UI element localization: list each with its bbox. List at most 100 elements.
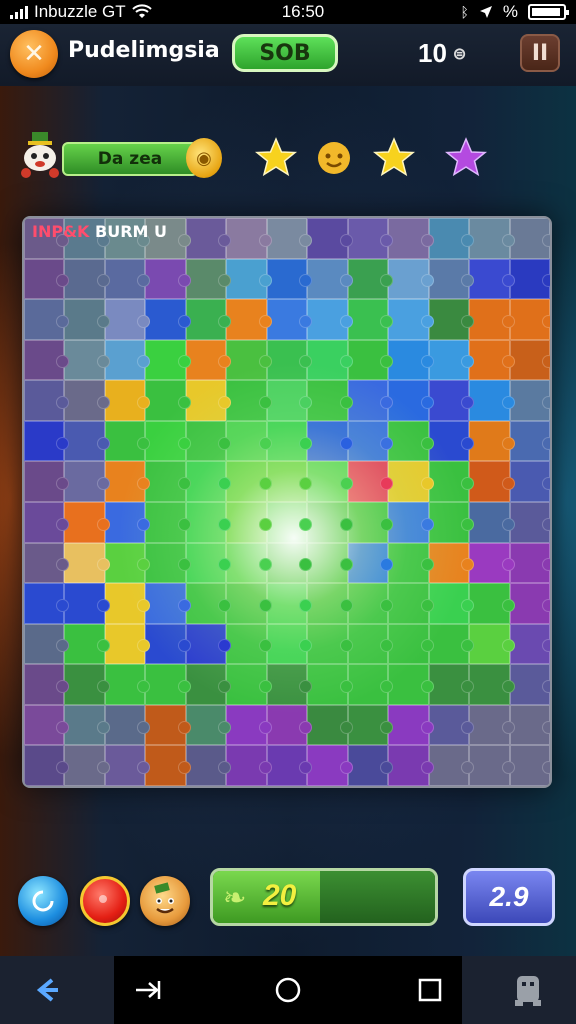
- puzzle-piece[interactable]: [64, 502, 111, 543]
- puzzle-piece[interactable]: [509, 339, 550, 381]
- puzzle-piece[interactable]: [428, 258, 475, 300]
- puzzle-piece[interactable]: [509, 623, 550, 665]
- puzzle-piece[interactable]: [307, 664, 354, 705]
- puzzle-piece[interactable]: [145, 704, 192, 746]
- puzzle-piece[interactable]: [226, 542, 273, 584]
- puzzle-board[interactable]: INP&K BURM U: [22, 216, 552, 788]
- pause-button[interactable]: II: [520, 34, 560, 72]
- puzzle-piece[interactable]: [469, 420, 516, 462]
- puzzle-piece[interactable]: [428, 623, 475, 665]
- puzzle-piece[interactable]: [469, 299, 516, 340]
- puzzle-piece[interactable]: [24, 502, 70, 543]
- puzzle-piece[interactable]: [347, 339, 394, 381]
- puzzle-piece[interactable]: [388, 623, 435, 665]
- puzzle-piece[interactable]: [266, 339, 313, 381]
- puzzle-piece[interactable]: [104, 664, 151, 705]
- puzzle-piece[interactable]: [24, 664, 70, 705]
- puzzle-piece[interactable]: [266, 380, 313, 421]
- puzzle-piece[interactable]: [428, 502, 475, 543]
- puzzle-piece[interactable]: [509, 502, 550, 543]
- puzzle-piece[interactable]: [347, 664, 394, 705]
- puzzle-piece[interactable]: [388, 339, 435, 381]
- puzzle-piece[interactable]: [509, 461, 550, 502]
- puzzle-piece[interactable]: [64, 420, 111, 462]
- puzzle-piece[interactable]: [428, 299, 475, 340]
- puzzle-piece[interactable]: [388, 745, 435, 786]
- puzzle-piece[interactable]: [185, 664, 232, 705]
- puzzle-piece[interactable]: [509, 380, 550, 421]
- puzzle-piece[interactable]: [104, 461, 151, 502]
- puzzle-piece[interactable]: [226, 339, 273, 381]
- puzzle-piece[interactable]: [24, 745, 70, 786]
- puzzle-piece[interactable]: [185, 218, 232, 259]
- puzzle-piece[interactable]: [104, 745, 151, 786]
- puzzle-piece[interactable]: [64, 339, 111, 381]
- puzzle-piece[interactable]: [509, 218, 550, 259]
- puzzle-piece[interactable]: [226, 704, 273, 746]
- puzzle-piece[interactable]: [469, 218, 516, 259]
- puzzle-piece[interactable]: [307, 420, 354, 462]
- puzzle-piece[interactable]: [509, 299, 550, 340]
- puzzle-piece[interactable]: [145, 664, 192, 705]
- puzzle-piece[interactable]: [185, 420, 232, 462]
- puzzle-piece[interactable]: [145, 745, 192, 786]
- puzzle-piece[interactable]: [104, 420, 151, 462]
- puzzle-piece[interactable]: [509, 664, 550, 705]
- puzzle-piece[interactable]: [428, 461, 475, 502]
- puzzle-piece[interactable]: [64, 461, 111, 502]
- puzzle-piece[interactable]: [145, 339, 192, 381]
- puzzle-piece[interactable]: [104, 380, 151, 421]
- puzzle-piece[interactable]: [266, 745, 313, 786]
- puzzle-piece[interactable]: [509, 542, 550, 584]
- puzzle-piece[interactable]: [428, 380, 475, 421]
- multiplier-button[interactable]: 2.9: [463, 868, 555, 926]
- puzzle-piece[interactable]: [185, 258, 232, 300]
- puzzle-piece[interactable]: [226, 745, 273, 786]
- puzzle-piece[interactable]: [104, 583, 151, 624]
- puzzle-piece[interactable]: [347, 745, 394, 786]
- puzzle-piece[interactable]: [388, 258, 435, 300]
- puzzle-piece[interactable]: [428, 583, 475, 624]
- puzzle-piece[interactable]: [347, 420, 394, 462]
- puzzle-piece[interactable]: [347, 623, 394, 665]
- home-button[interactable]: [262, 956, 314, 1024]
- puzzle-piece[interactable]: [469, 664, 516, 705]
- puzzle-piece[interactable]: [509, 704, 550, 746]
- puzzle-piece[interactable]: [469, 258, 516, 300]
- puzzle-piece[interactable]: [509, 745, 550, 786]
- puzzle-piece[interactable]: [266, 583, 313, 624]
- puzzle-piece[interactable]: [226, 258, 273, 300]
- back-button[interactable]: [18, 956, 78, 1024]
- puzzle-piece[interactable]: [388, 664, 435, 705]
- puzzle-piece[interactable]: [226, 502, 273, 543]
- puzzle-piece[interactable]: [388, 420, 435, 462]
- puzzle-piece[interactable]: [469, 461, 516, 502]
- puzzle-piece[interactable]: [388, 299, 435, 340]
- puzzle-piece[interactable]: [145, 380, 192, 421]
- puzzle-piece[interactable]: [24, 542, 70, 584]
- puzzle-piece[interactable]: [388, 583, 435, 624]
- puzzle-piece[interactable]: [185, 583, 232, 624]
- puzzle-piece[interactable]: [24, 380, 70, 421]
- puzzle-piece[interactable]: [266, 218, 313, 259]
- puzzle-piece[interactable]: [469, 704, 516, 746]
- puzzle-piece[interactable]: [185, 623, 232, 665]
- puzzle-piece[interactable]: [145, 623, 192, 665]
- puzzle-piece[interactable]: [104, 704, 151, 746]
- puzzle-piece[interactable]: [104, 502, 151, 543]
- puzzle-piece[interactable]: [307, 258, 354, 300]
- puzzle-piece[interactable]: [226, 420, 273, 462]
- puzzle-piece[interactable]: [428, 420, 475, 462]
- puzzle-piece[interactable]: [24, 420, 70, 462]
- puzzle-piece[interactable]: [428, 339, 475, 381]
- puzzle-piece[interactable]: [509, 420, 550, 462]
- puzzle-piece[interactable]: [428, 218, 475, 259]
- puzzle-piece[interactable]: [266, 542, 313, 584]
- puzzle-piece[interactable]: [266, 664, 313, 705]
- powerup-character-button[interactable]: [140, 876, 190, 926]
- puzzle-piece[interactable]: [428, 542, 475, 584]
- puzzle-piece[interactable]: [388, 218, 435, 259]
- puzzle-piece[interactable]: [266, 461, 313, 502]
- puzzle-piece[interactable]: [307, 299, 354, 340]
- puzzle-piece[interactable]: [185, 461, 232, 502]
